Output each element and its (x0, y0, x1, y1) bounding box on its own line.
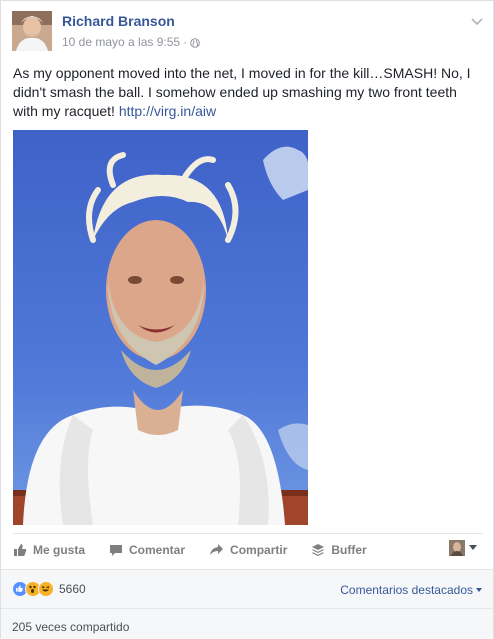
share-button[interactable]: Compartir (209, 543, 287, 557)
author-avatar[interactable] (12, 11, 52, 51)
reactions-summary[interactable]: 5660 (12, 581, 86, 597)
post-timestamp[interactable]: 10 de mayo a las 9:55 (62, 35, 180, 49)
meta-separator: · (183, 35, 188, 49)
post-text: As my opponent moved into the net, I mov… (13, 64, 483, 121)
author-name[interactable]: Richard Branson (62, 13, 175, 29)
reaction-count: 5660 (59, 582, 86, 596)
reactions-section: 5660 Comentarios destacados 205 veces co… (1, 569, 493, 639)
like-button[interactable]: Me gusta (13, 543, 85, 557)
comment-button[interactable]: Comentar (109, 543, 185, 557)
share-icon (210, 544, 224, 555)
buffer-button[interactable]: Buffer (311, 543, 367, 557)
post-as-selector[interactable] (449, 540, 477, 556)
haha-reaction-icon (38, 581, 54, 597)
caret-down-icon (469, 545, 477, 550)
post-link[interactable]: http://virg.in/aiw (119, 103, 216, 119)
action-bar: Me gusta Comentar Compartir Buffer (13, 538, 483, 562)
thumbs-up-icon (14, 544, 27, 556)
top-comments-dropdown[interactable]: Comentarios destacados (340, 583, 482, 597)
post-header: Richard Branson 10 de mayo a las 9:55 · (12, 11, 484, 53)
facebook-post: Richard Branson 10 de mayo a las 9:55 · … (0, 0, 494, 639)
share-count[interactable]: 205 veces compartido (12, 620, 129, 634)
divider (1, 608, 493, 609)
comment-label: Comentar (129, 543, 186, 557)
post-meta: 10 de mayo a las 9:55 · (62, 35, 200, 49)
chevron-down-icon[interactable] (470, 14, 484, 26)
globe-icon[interactable] (190, 37, 200, 48)
caret-down-icon (476, 588, 482, 592)
comment-icon (110, 545, 123, 556)
top-comments-label: Comentarios destacados (340, 583, 473, 597)
post-photo[interactable] (13, 130, 308, 525)
like-label: Me gusta (33, 543, 86, 557)
buffer-label: Buffer (331, 543, 367, 557)
post-body: As my opponent moved into the net, I mov… (13, 65, 471, 119)
buffer-icon (312, 544, 325, 556)
divider (13, 533, 483, 534)
profile-avatar (449, 540, 465, 556)
share-label: Compartir (230, 543, 288, 557)
